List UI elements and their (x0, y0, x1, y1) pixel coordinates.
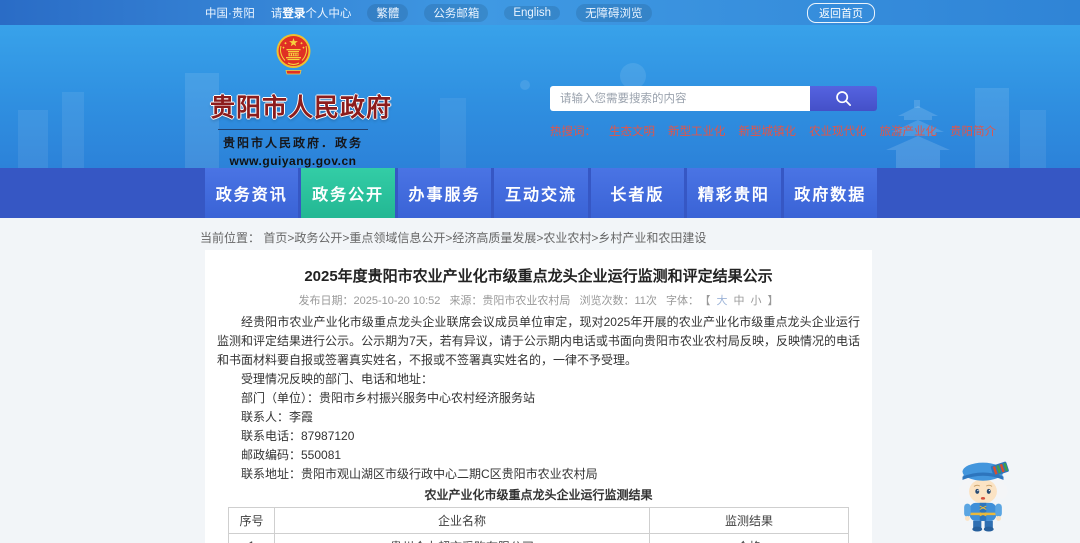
main-nav: 政务资讯 政务公开 办事服务 互动交流 长者版 精彩贵阳 政府数据 (0, 168, 1080, 218)
hot-search-item-ecology[interactable]: 生态文明 (609, 123, 655, 139)
login-prefix: 请 (270, 7, 283, 20)
topbar-link-accessibility[interactable]: 无障碍浏览 (576, 3, 652, 22)
breadcrumb-path[interactable]: 首页>政务公开>重点领域信息公开>经济高质量发展>农业农村>乡村产业和农田建设 (263, 231, 706, 245)
article-paragraph: 联系地址：贵阳市观山湖区市级行政中心二期C区贵阳市农业农村局 (241, 467, 598, 481)
hot-search-label: 热搜词： (550, 126, 596, 138)
national-emblem-icon (276, 34, 310, 75)
nav-tab-gov-affairs[interactable]: 政务公开 (301, 168, 395, 218)
hot-search-item-agriculture[interactable]: 农业现代化 (809, 123, 867, 139)
site-subtitle: 贵阳市人民政府．政务 (218, 129, 368, 151)
monitor-result: 合格 (649, 533, 849, 543)
mascot-character[interactable] (946, 452, 1020, 534)
company-name: 贵州合力超市采购有限公司 (274, 533, 650, 543)
search-input[interactable] (550, 86, 810, 111)
topbar-link-traditional[interactable]: 繁體 (367, 3, 409, 22)
view-count: 浏览次数：11次 (579, 295, 657, 307)
hot-search-item-industry[interactable]: 新型工业化 (668, 123, 726, 139)
page-root: 中国·贵阳 请登录个人中心 繁體 公务邮箱 English 无障碍浏览 返回首页 (0, 0, 1080, 543)
article-paragraph: 受理情况反映的部门、电话和地址： (241, 372, 434, 386)
hot-search-row: 热搜词： 生态文明 新型工业化 新型城镇化 农业现代化 旅游产业化 贵阳简介 (550, 123, 996, 139)
topbar-links: 中国·贵阳 请登录个人中心 繁體 公务邮箱 English 无障碍浏览 (205, 3, 807, 22)
hot-search-item-tourism[interactable]: 旅游产业化 (880, 123, 938, 139)
nav-tab-gov-data[interactable]: 政府数据 (783, 168, 877, 218)
nav-tab-services[interactable]: 办事服务 (397, 168, 492, 218)
monitoring-results-table: 序号 企业名称 监测结果 1 贵州合力超市采购有限公司 合格 2 贵州友禾种业有… (228, 507, 849, 543)
row-index: 1 (228, 533, 275, 543)
bracket-close: 】 (767, 295, 779, 307)
table-caption: 农业产业化市级重点龙头企业运行监测结果 (424, 488, 653, 502)
breadcrumb: 当前位置： 首页>政务公开>重点领域信息公开>经济高质量发展>农业农村>乡村产业… (200, 229, 706, 246)
topbar-link-english[interactable]: English (504, 5, 561, 20)
font-size-large-button[interactable]: 大 (716, 295, 727, 307)
font-size-small-button[interactable]: 小 (750, 295, 761, 307)
topbar: 中国·贵阳 请登录个人中心 繁體 公务邮箱 English 无障碍浏览 返回首页 (0, 0, 1080, 25)
article-paragraph: 邮政编码：550081 (241, 448, 342, 462)
topbar-login-link[interactable]: 请登录个人中心 (271, 5, 352, 21)
nav-tab-splendid-guiyang[interactable]: 精彩贵阳 (687, 168, 781, 218)
column-header-index: 序号 (228, 507, 275, 534)
article-body: 经贵阳市农业产业化市级重点龙头企业联席会议成员单位审定，现对2025年开展的农业… (217, 313, 860, 484)
article-source: 来源：贵阳市农业农村局 (449, 295, 571, 307)
content-area: 当前位置： 首页>政务公开>重点领域信息公开>经济高质量发展>农业农村>乡村产业… (0, 218, 1080, 543)
font-size-medium-button[interactable]: 中 (733, 295, 744, 307)
article-meta: 发布日期：2025-10-20 10:52 来源：贵阳市农业农村局 浏览次数：1… (217, 292, 860, 308)
table-header-row: 序号 企业名称 监测结果 (228, 507, 849, 534)
search-button[interactable] (810, 86, 877, 111)
skyline-building (62, 92, 84, 168)
back-home-button[interactable]: 返回首页 (807, 2, 875, 23)
article-paragraph: 联系电话：87987120 (241, 429, 355, 443)
nav-tab-gov-news[interactable]: 政务资讯 (205, 168, 299, 218)
topbar-link-china-guiyang[interactable]: 中国·贵阳 (205, 5, 255, 21)
banner: 贵阳市人民政府 贵阳市人民政府．政务 www.guiyang.gov.cn 热搜… (0, 25, 1080, 168)
article-paragraph: 经贵阳市农业产业化市级重点龙头企业联席会议成员单位审定，现对2025年开展的农业… (217, 315, 860, 367)
article-card: 2025年度贵阳市农业产业化市级重点龙头企业运行监测和评定结果公示 发布日期：2… (205, 250, 872, 543)
banner-bokeh (520, 80, 530, 90)
article-title: 2025年度贵阳市农业产业化市级重点龙头企业运行监测和评定结果公示 (304, 268, 773, 285)
topbar-link-official-mail[interactable]: 公务邮箱 (424, 3, 489, 22)
column-header-result: 监测结果 (649, 507, 849, 534)
bracket-open: 【 (704, 295, 711, 307)
skyline-building (1020, 110, 1046, 168)
nav-tab-interaction[interactable]: 互动交流 (494, 168, 588, 218)
skyline-building (18, 110, 48, 168)
table-row: 1 贵州合力超市采购有限公司 合格 (228, 533, 849, 543)
article-paragraph: 部门（单位）：贵阳市乡村振兴服务中心农村经济服务站 (241, 391, 536, 405)
site-title: 贵阳市人民政府 (210, 94, 393, 122)
site-logo: 贵阳市人民政府 贵阳市人民政府．政务 www.guiyang.gov.cn (210, 31, 393, 168)
nav-tab-senior-edition[interactable]: 长者版 (590, 168, 685, 218)
hot-search-item-intro[interactable]: 贵阳简介 (950, 123, 996, 139)
article-paragraph: 联系人：李霞 (241, 410, 314, 424)
login-suffix: 个人中心 (305, 7, 352, 20)
login-bold: 登录 (282, 7, 306, 20)
breadcrumb-label: 当前位置： (200, 231, 261, 245)
font-size-label: 字体： (665, 295, 699, 307)
search-icon (836, 91, 852, 107)
skyline-building (440, 98, 466, 168)
search-area: 热搜词： 生态文明 新型工业化 新型城镇化 农业现代化 旅游产业化 贵阳简介 (550, 86, 996, 139)
publish-date: 发布日期：2025-10-20 10:52 (298, 295, 441, 307)
site-url[interactable]: www.guiyang.gov.cn (210, 154, 376, 168)
hot-search-item-urbanization[interactable]: 新型城镇化 (739, 123, 797, 139)
column-header-company: 企业名称 (274, 507, 650, 534)
